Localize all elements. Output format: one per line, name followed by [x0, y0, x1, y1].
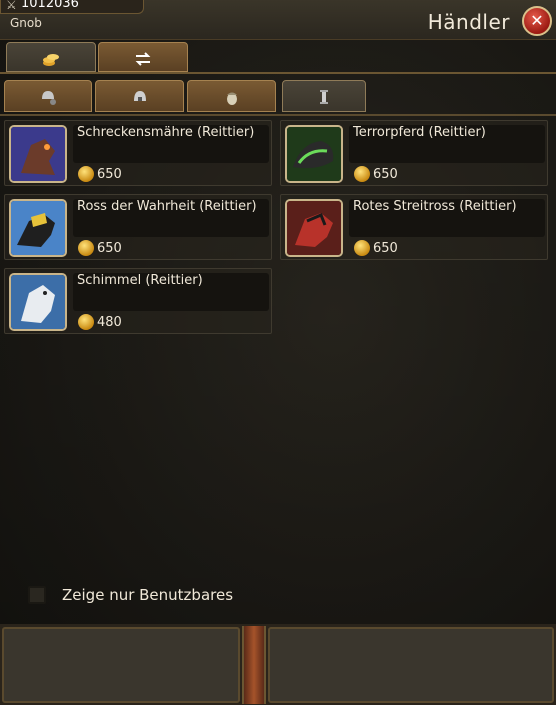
- item-name: Terrorpferd (Reittier): [353, 125, 486, 140]
- shop-item[interactable]: Schimmel (Reittier) 480: [4, 268, 272, 334]
- shop-item[interactable]: Terrorpferd (Reittier) 650: [280, 120, 548, 186]
- scroll-icon: [320, 90, 328, 104]
- tab-divider: [0, 72, 556, 74]
- acorn-coin-icon: [354, 166, 370, 182]
- close-button[interactable]: ✕: [522, 6, 552, 36]
- window-title: Händler: [427, 10, 510, 34]
- usable-filter-label: Zeige nur Benutzbares: [62, 586, 234, 604]
- bottom-right-panel: [268, 627, 554, 703]
- merchant-window: ⚔ 1012036 Gnob Händler ✕ Schreckensmähre…: [0, 0, 556, 705]
- white-horse-icon: [11, 275, 65, 329]
- item-price: 650: [97, 167, 122, 182]
- item-icon-frame: [9, 199, 67, 257]
- player-name: Gnob: [10, 16, 42, 30]
- acorn-icon: [226, 92, 237, 105]
- shop-item[interactable]: Ross der Wahrheit (Reittier) 650: [4, 194, 272, 260]
- helmet-icon: [133, 91, 146, 101]
- acorn-coin-icon: [78, 166, 94, 182]
- category-divider: [0, 114, 556, 116]
- item-price: 650: [97, 241, 122, 256]
- item-icon-frame: [9, 273, 67, 331]
- tab-buy[interactable]: [6, 42, 96, 72]
- tab-category-3[interactable]: [187, 80, 276, 112]
- close-icon: ✕: [530, 11, 544, 30]
- nightmare-mount-icon: [11, 127, 65, 181]
- item-name: Schimmel (Reittier): [77, 273, 203, 288]
- tab-category-2[interactable]: [95, 80, 184, 112]
- item-name: Schreckensmähre (Reittier): [77, 125, 255, 140]
- item-icon-frame: [285, 199, 343, 257]
- tab-category-1[interactable]: [4, 80, 92, 112]
- helmet-gear-icon: [42, 91, 56, 105]
- bottom-divider: [242, 626, 266, 704]
- acorn-coin-icon: [354, 240, 370, 256]
- acorn-coin-icon: [78, 314, 94, 330]
- item-price: 650: [373, 241, 398, 256]
- usable-filter-checkbox[interactable]: [28, 586, 46, 604]
- item-name: Rotes Streitross (Reittier): [353, 199, 517, 214]
- swap-arrows-icon: [135, 52, 151, 66]
- red-warhorse-icon: [287, 201, 341, 255]
- title-bar: ⚔ 1012036 Gnob Händler ✕: [0, 0, 556, 40]
- gold-value: 1012036: [21, 0, 79, 11]
- main-tabs: [4, 40, 552, 72]
- item-name: Ross der Wahrheit (Reittier): [77, 199, 257, 214]
- item-price: 480: [97, 315, 122, 330]
- item-icon-frame: [9, 125, 67, 183]
- bottom-panel: [0, 624, 556, 705]
- shop-item[interactable]: Rotes Streitross (Reittier) 650: [280, 194, 548, 260]
- item-price: 650: [373, 167, 398, 182]
- item-icon-frame: [285, 125, 343, 183]
- coins-icon: [43, 54, 59, 66]
- golden-horse-icon: [11, 201, 65, 255]
- category-tabs: [4, 78, 552, 114]
- tab-category-4[interactable]: [282, 80, 366, 112]
- terror-horse-icon: [287, 127, 341, 181]
- gold-counter: ⚔ 1012036: [0, 0, 144, 14]
- shop-item[interactable]: Schreckensmähre (Reittier) 650: [4, 120, 272, 186]
- acorn-coin-icon: [78, 240, 94, 256]
- bottom-left-panel: [2, 627, 240, 703]
- tab-trade[interactable]: [98, 42, 188, 72]
- gold-icon: ⚔: [6, 0, 17, 12]
